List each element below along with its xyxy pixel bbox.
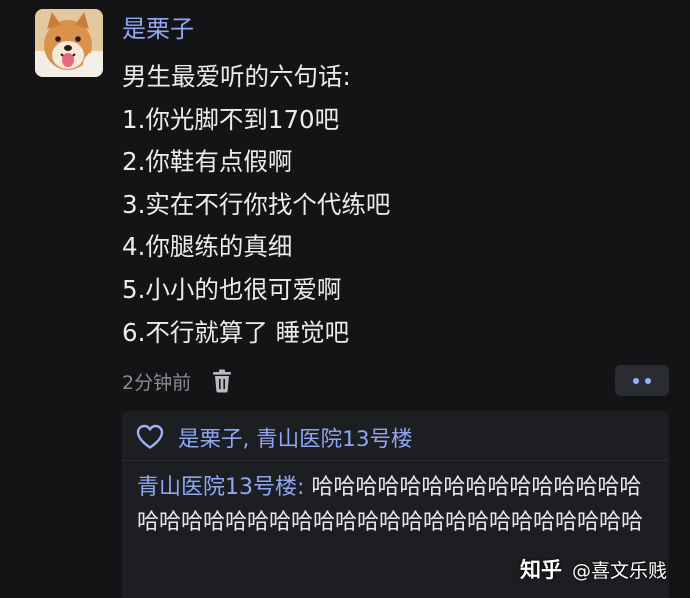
comment-line: 3.实在不行你找个代练吧 — [122, 189, 391, 219]
trash-icon — [213, 369, 232, 393]
more-options-button[interactable] — [615, 365, 669, 396]
delete-button[interactable] — [211, 368, 233, 394]
comment-line: 5.小小的也很可爱啊 — [122, 274, 342, 304]
comment-content: 男生最爱听的六句话: 1.你光脚不到170吧 2.你鞋有点假啊 3.实在不行你找… — [122, 56, 662, 354]
like-button[interactable] — [136, 424, 166, 450]
zhihu-logo: 知乎 — [520, 558, 562, 582]
comment-line: 男生最爱听的六句话: — [122, 62, 351, 91]
comment-time: 2分钟前 — [122, 371, 192, 394]
watermark-user: @喜文乐贱 — [572, 559, 668, 582]
comment-line: 2.你鞋有点假啊 — [122, 147, 293, 177]
dog-avatar-icon — [35, 9, 103, 77]
more-dots-icon — [633, 377, 651, 384]
watermark: 知乎 @喜文乐贱 — [520, 553, 667, 585]
avatar[interactable] — [35, 9, 103, 77]
divider — [122, 460, 669, 461]
comment-username[interactable]: 是栗子 — [122, 12, 194, 46]
comment-meta: 2分钟前 — [122, 366, 233, 396]
comment-line: 6.不行就算了 睡觉吧 — [122, 317, 350, 347]
likers-list[interactable]: 是栗子, 青山医院13号楼 — [178, 422, 413, 453]
comment-line: 4.你腿练的真细 — [122, 232, 293, 262]
heart-icon — [136, 424, 164, 449]
comment-line: 1.你光脚不到170吧 — [122, 104, 340, 134]
likes-row: 是栗子, 青山医院13号楼 — [136, 422, 413, 452]
reply-author[interactable]: 青山医院13号楼: — [137, 475, 304, 500]
